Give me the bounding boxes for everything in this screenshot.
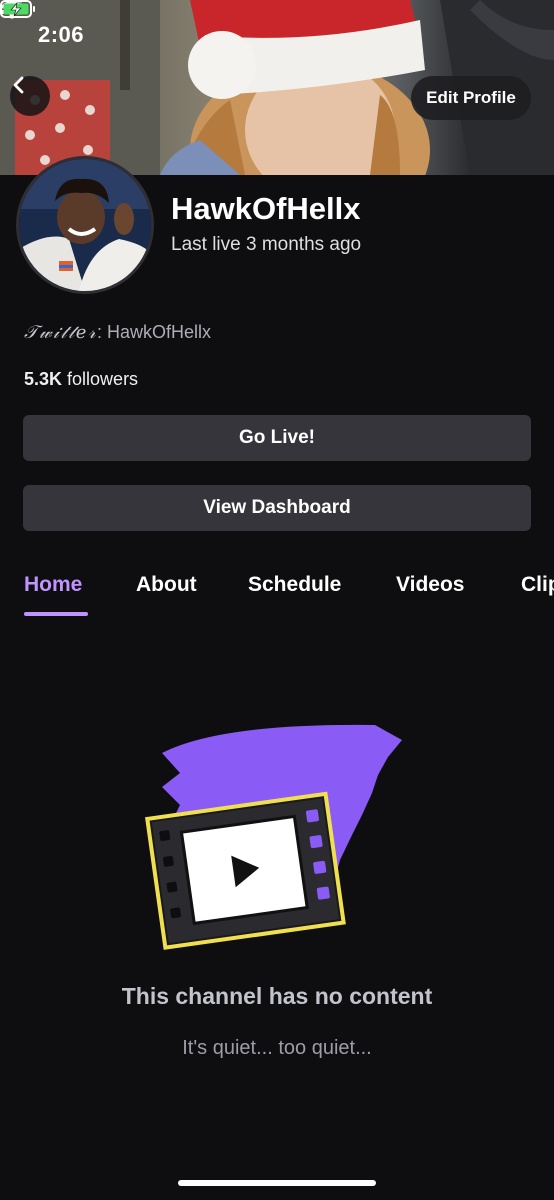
chevron-left-icon [13,76,24,94]
twitter-handle: : HawkOfHellx [96,322,211,342]
home-indicator[interactable] [178,1180,376,1186]
battery-charging-icon [0,0,35,18]
edit-profile-button[interactable]: Edit Profile [411,76,531,120]
followers-number: 5.3K [24,369,63,389]
empty-state-subtitle: It's quiet... too quiet... [182,1037,372,1059]
followers-count: 5.3K followers [24,369,138,390]
profile-banner: 2:06 Edit Profile [0,0,554,175]
tab-videos[interactable]: Videos [396,573,464,597]
status-bar: 2:06 [0,0,554,70]
twitter-label: 𝒯𝓌𝒾𝓉𝓉𝑒𝓇 [24,322,97,343]
channel-tabs: Home About Schedule Videos Clips [0,560,554,620]
empty-video-illustration [145,724,402,950]
last-live-status: Last live 3 months ago [171,234,362,255]
tab-about[interactable]: About [136,573,197,597]
view-dashboard-button[interactable]: View Dashboard [23,485,531,531]
go-live-button[interactable]: Go Live! [23,415,531,461]
followers-label: followers [62,369,139,389]
clock: 2:06 [38,22,85,47]
tab-home[interactable]: Home [24,573,82,597]
channel-bio: 𝒯𝓌𝒾𝓉𝓉𝑒𝓇: HawkOfHellx [24,322,211,343]
channel-name: HawkOfHellx [171,191,361,226]
avatar-image [19,159,151,291]
tab-schedule[interactable]: Schedule [248,573,341,597]
empty-state-title: This channel has no content [121,983,433,1009]
tab-clips[interactable]: Clips [521,573,554,597]
back-button[interactable] [10,76,50,116]
active-tab-indicator [24,612,88,616]
avatar[interactable] [16,156,154,294]
